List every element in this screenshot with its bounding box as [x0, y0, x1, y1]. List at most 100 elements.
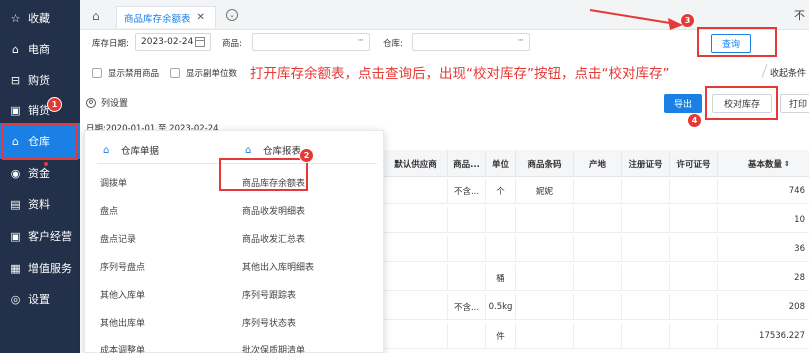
menu-item[interactable]: 商品收发明细表 [242, 204, 305, 217]
show-sub-unit-checkbox[interactable]: 显示副单位数 [170, 66, 237, 80]
table-cell [670, 178, 718, 204]
table-cell [670, 323, 718, 349]
table-cell [574, 265, 622, 291]
export-button[interactable]: 导出 [664, 94, 702, 113]
menu-col-reports-title: ⌂ 仓库报表 [245, 143, 302, 158]
table-cell [574, 294, 622, 320]
table-cell [670, 294, 718, 320]
column-header[interactable]: 单位 [486, 150, 516, 177]
show-disabled-checkbox[interactable]: 显示禁用商品 [92, 66, 159, 80]
table-cell: 不含... [448, 294, 486, 320]
menu-item[interactable]: 序列号跟踪表 [242, 288, 296, 301]
table-row[interactable]: 10 [384, 207, 809, 233]
table-cell [622, 178, 670, 204]
table-cell [574, 236, 622, 262]
column-header-label: 基本数量 [748, 159, 783, 170]
table-cell [384, 323, 448, 349]
table-cell [516, 265, 574, 291]
table-cell [622, 323, 670, 349]
instruction-annotation: 打开库存余额表，点击查询后，出现“校对库存”按钮，点击“校对库存” [250, 66, 670, 82]
menu-col-bills-title: ⌂ 仓库单据 [103, 143, 159, 158]
menu-item[interactable]: 其他出入库明细表 [242, 260, 314, 273]
highlight-box-report [219, 158, 308, 191]
settings-icon: ⚙ [86, 97, 96, 108]
table-cell [384, 236, 448, 262]
table-cell [670, 265, 718, 291]
table-row[interactable]: 36 [384, 236, 809, 262]
table-cell [516, 323, 574, 349]
menu-item[interactable]: 序列号状态表 [242, 316, 296, 329]
table-cell [448, 323, 486, 349]
table-cell [622, 294, 670, 320]
table-cell [516, 236, 574, 262]
table-cell [486, 207, 516, 233]
home-icon: ⌂ [245, 144, 252, 156]
table-header: 默认供应商 商品... 单位 商品条码 产地 注册证号 许可证号 基本数量 ⇕ [384, 150, 809, 177]
table-cell: 746 [788, 186, 805, 196]
checkbox[interactable] [92, 68, 102, 78]
table-cell [622, 265, 670, 291]
menu-item[interactable]: 调拨单 [100, 176, 127, 189]
table-cell: 0.5kg [486, 294, 516, 320]
table-cell [384, 178, 448, 204]
table-cell: 36 [794, 244, 805, 254]
menu-item[interactable]: 盘点 [100, 204, 118, 217]
menu-title: 仓库报表 [263, 146, 302, 157]
column-header[interactable]: 产地 [574, 150, 622, 177]
table-cell [486, 236, 516, 262]
column-header[interactable]: 注册证号 [622, 150, 670, 177]
home-icon: ⌂ [103, 144, 110, 156]
column-header[interactable]: 商品条码 [516, 150, 574, 177]
sort-icon[interactable]: ⇕ [784, 160, 790, 168]
table-cell [574, 178, 622, 204]
menu-item[interactable]: 商品收发汇总表 [242, 232, 305, 245]
table-cell: 10 [794, 215, 805, 225]
table-cell: 妮妮 [516, 178, 574, 204]
table-cell [384, 265, 448, 291]
menu-item[interactable]: 成本调整单 [100, 343, 145, 353]
column-settings-button[interactable]: ⚙ 列设置 [86, 96, 128, 109]
table-cell: 17536.227 [759, 331, 805, 341]
table-cell: 不含... [448, 178, 486, 204]
table-cell [448, 236, 486, 262]
table-cell [622, 207, 670, 233]
table-row[interactable]: 件 17536.227 [384, 323, 809, 349]
column-header[interactable]: 默认供应商 [384, 150, 448, 177]
menu-item[interactable]: 盘点记录 [100, 232, 136, 245]
table-row[interactable]: 不含... 0.5kg 208 [384, 294, 809, 320]
table-cell [670, 207, 718, 233]
checkbox[interactable] [170, 68, 180, 78]
step-badge-4: 4 [687, 113, 702, 128]
table-cell [384, 207, 448, 233]
step-badge-2: 2 [299, 148, 314, 163]
menu-item[interactable]: 批次保质期清单 [242, 343, 305, 353]
menu-item[interactable]: 序列号盘点 [100, 260, 145, 273]
menu-item[interactable]: 其他出库单 [100, 316, 145, 329]
column-header-base-qty[interactable]: 基本数量 ⇕ [718, 150, 809, 177]
table-cell [574, 323, 622, 349]
table-cell [670, 236, 718, 262]
table-cell: 28 [794, 273, 805, 283]
column-header[interactable]: 许可证号 [670, 150, 718, 177]
table-row[interactable]: 桶 28 [384, 265, 809, 291]
table-cell [516, 207, 574, 233]
table-cell [622, 236, 670, 262]
table-cell: 件 [486, 323, 516, 349]
checkbox-label: 显示禁用商品 [108, 69, 160, 79]
table-cell: 个 [486, 178, 516, 204]
table-row[interactable]: 不含... 个妮妮 746 [384, 178, 809, 204]
checkbox-label: 显示副单位数 [186, 69, 238, 79]
inventory-table: 默认供应商 商品... 单位 商品条码 产地 注册证号 许可证号 基本数量 ⇕ … [384, 150, 809, 353]
menu-item[interactable]: 其他入库单 [100, 288, 145, 301]
column-header[interactable]: 商品... [448, 150, 486, 177]
check-inventory-button[interactable]: 校对库存 [712, 94, 772, 113]
table-cell [384, 294, 448, 320]
table-cell [516, 294, 574, 320]
print-button[interactable]: 打印 [780, 94, 809, 113]
table-cell [448, 265, 486, 291]
collapse-conditions-link[interactable]: 收起条件 [770, 66, 806, 79]
table-cell [574, 207, 622, 233]
table-cell [448, 207, 486, 233]
table-cell: 208 [788, 302, 805, 312]
table-cell: 桶 [486, 265, 516, 291]
